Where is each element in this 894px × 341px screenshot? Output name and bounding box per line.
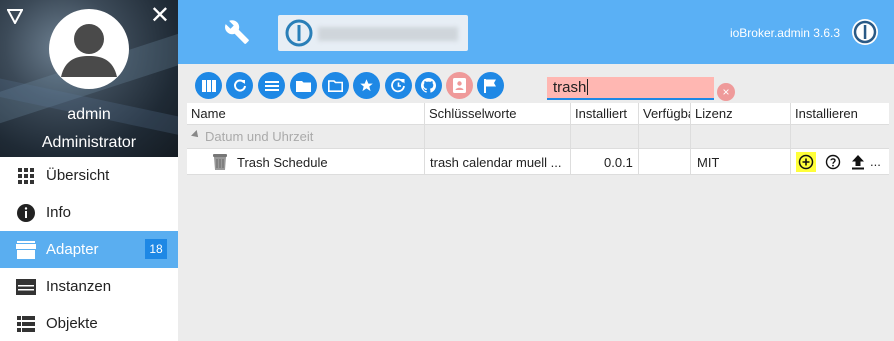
adapter-name: Trash Schedule xyxy=(237,155,328,170)
sidebar-item-label: Adapter xyxy=(46,241,99,258)
table-row[interactable]: Trash Schedule trash calendar muell ... … xyxy=(187,149,889,175)
tiles-view-button[interactable] xyxy=(195,72,222,99)
sidebar-item-objekte[interactable]: Objekte xyxy=(0,305,178,341)
wrench-icon[interactable] xyxy=(224,19,250,45)
list-icon xyxy=(16,314,36,334)
iobroker-logo-icon xyxy=(285,19,313,47)
host-selector[interactable] xyxy=(278,15,468,51)
adapter-keywords: trash calendar muell ... xyxy=(430,155,562,170)
header-name[interactable]: Name xyxy=(191,106,226,121)
upload-icon xyxy=(852,154,864,169)
help-button[interactable] xyxy=(823,152,843,172)
close-sidebar-icon[interactable]: ✕ xyxy=(150,4,170,28)
search-input-value: trash xyxy=(553,79,587,96)
adapter-count-badge: 18 xyxy=(145,239,167,259)
table-header: Name Schlüsselworte Installiert Verfügba… xyxy=(187,103,889,125)
adapter-license: MIT xyxy=(697,155,720,170)
sidebar: ✕ admin Administrator Übersicht Info Ada… xyxy=(0,0,178,341)
header-install[interactable]: Installieren xyxy=(795,106,858,121)
folder-open-button[interactable] xyxy=(322,72,349,99)
header-license[interactable]: Lizenz xyxy=(695,106,733,121)
list-view-icon xyxy=(264,80,279,91)
host-name-redacted xyxy=(318,27,458,41)
help-icon xyxy=(825,154,841,170)
update-check-icon xyxy=(391,78,405,93)
sidebar-item-info[interactable]: Info xyxy=(0,194,178,231)
folder-button[interactable] xyxy=(290,72,317,99)
user-name: admin xyxy=(67,106,111,123)
folder-icon xyxy=(296,80,311,92)
sidebar-item-uebersicht[interactable]: Übersicht xyxy=(0,157,178,194)
header-installed[interactable]: Installiert xyxy=(575,106,627,121)
grid-icon xyxy=(16,166,36,186)
sidebar-item-label: Instanzen xyxy=(46,278,112,295)
iobroker-triangle-icon xyxy=(7,9,23,24)
adapter-table: Name Schlüsselworte Installiert Verfügba… xyxy=(187,103,889,175)
avatar xyxy=(49,9,129,89)
sidebar-item-label: Info xyxy=(46,204,72,221)
header-keywords[interactable]: Schlüsselworte xyxy=(429,106,516,121)
star-icon xyxy=(360,79,373,92)
trash-can-icon xyxy=(213,154,227,170)
add-instance-button[interactable] xyxy=(796,152,816,172)
sidebar-item-instanzen[interactable]: Instanzen xyxy=(0,268,178,305)
upload-button[interactable] xyxy=(848,152,868,172)
contact-button[interactable] xyxy=(446,72,473,99)
sidebar-item-label: Objekte xyxy=(46,315,98,332)
group-label: Datum und Uhrzeit xyxy=(205,129,314,144)
flag-icon xyxy=(484,78,496,93)
sidebar-item-label: Übersicht xyxy=(46,167,110,184)
profile-header: ✕ admin Administrator xyxy=(0,0,178,157)
store-icon xyxy=(16,240,36,260)
group-row[interactable]: Datum und Uhrzeit xyxy=(187,125,889,149)
search-input[interactable]: trash xyxy=(547,77,714,100)
refresh-button[interactable] xyxy=(226,72,253,99)
top-bar: ioBroker.admin 3.6.3 xyxy=(178,0,894,64)
folder-open-icon xyxy=(328,79,343,92)
favorites-button[interactable] xyxy=(353,72,380,99)
clear-search-icon[interactable]: × xyxy=(717,83,735,101)
sidebar-nav: Übersicht Info Adapter 18 Instanzen Obje… xyxy=(0,157,178,341)
instances-icon xyxy=(16,277,36,297)
list-view-button[interactable] xyxy=(258,72,285,99)
info-icon xyxy=(16,203,36,223)
refresh-icon xyxy=(233,79,246,92)
sidebar-item-adapter[interactable]: Adapter 18 xyxy=(0,231,178,268)
contact-icon xyxy=(453,78,466,93)
flag-button[interactable] xyxy=(477,72,504,99)
update-check-button[interactable] xyxy=(385,72,412,99)
iobroker-logo-icon xyxy=(852,19,878,45)
tiles-view-icon xyxy=(201,79,216,92)
user-role: Administrator xyxy=(41,134,137,151)
collapse-triangle-icon[interactable] xyxy=(191,130,201,140)
version-label: ioBroker.admin 3.6.3 xyxy=(729,26,840,40)
add-circle-icon xyxy=(798,154,814,170)
header-available[interactable]: Verfügbar xyxy=(643,106,690,121)
more-actions[interactable]: ... xyxy=(870,154,881,169)
installed-version: 0.0.1 xyxy=(604,155,633,170)
github-button[interactable] xyxy=(415,72,442,99)
github-icon xyxy=(421,78,436,93)
